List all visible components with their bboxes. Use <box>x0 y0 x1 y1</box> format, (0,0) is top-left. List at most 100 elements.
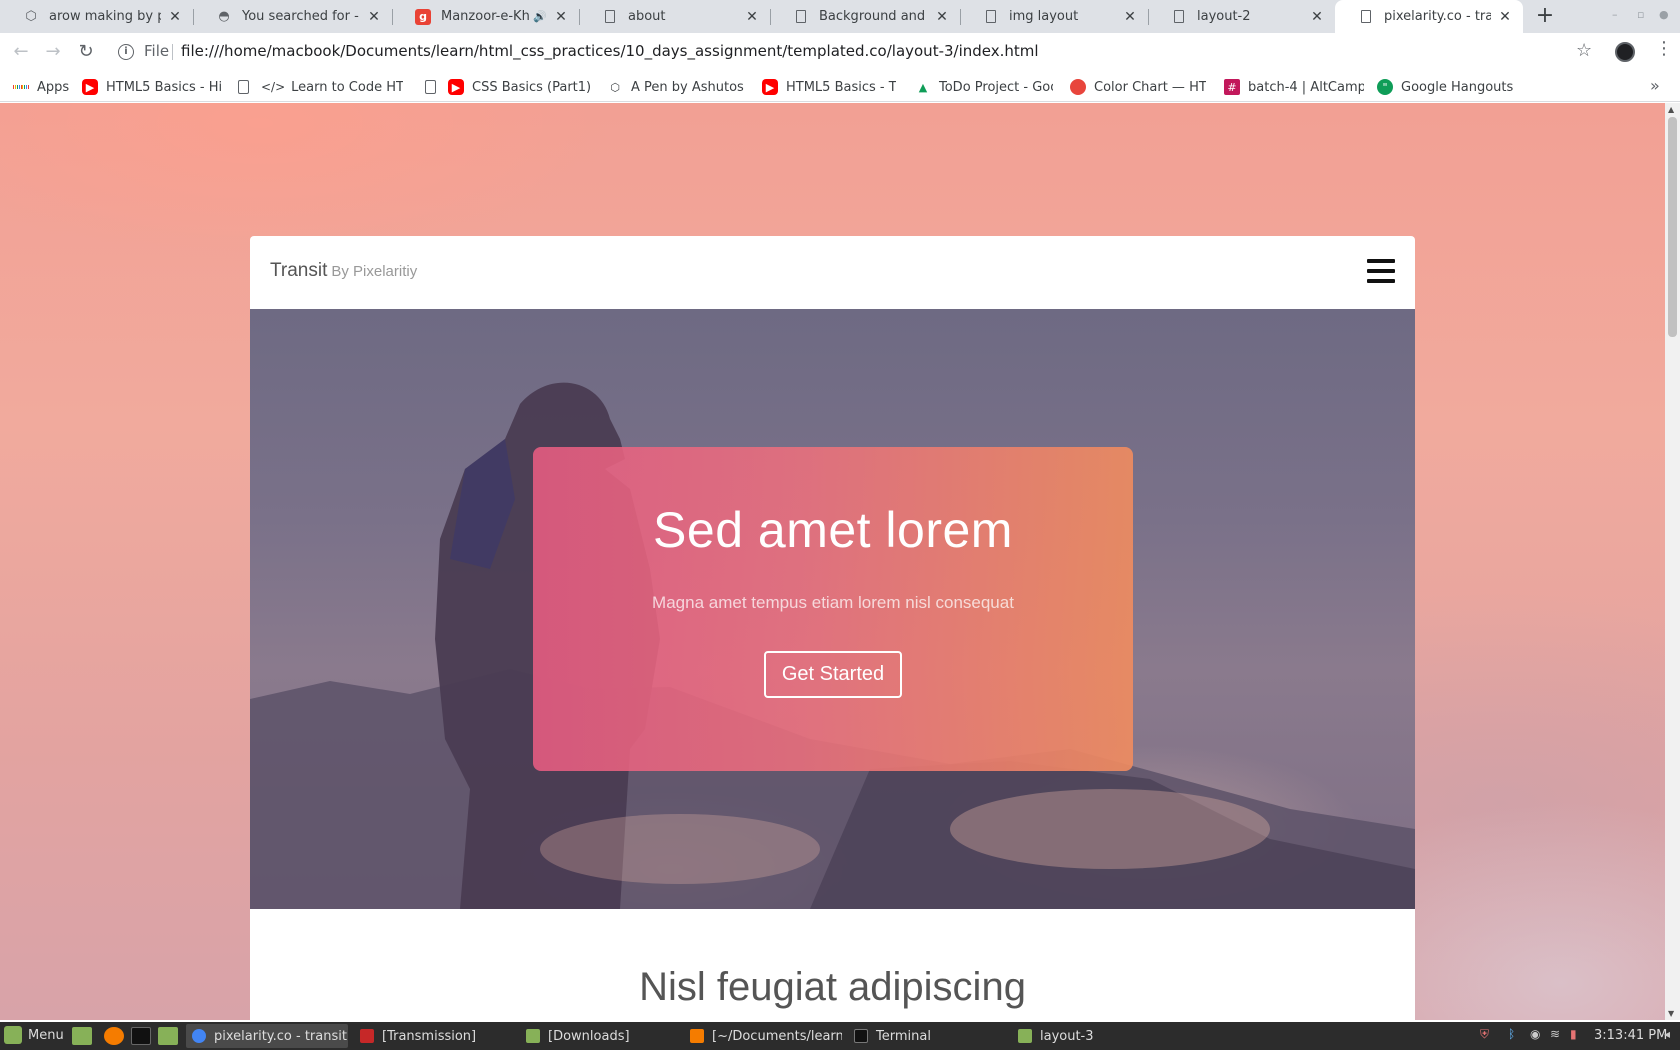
bookmark-label: HTML5 Basics - Hist <box>106 79 222 95</box>
site-container: Transit By Pixelaritiy Sed amet lorem Mag… <box>250 236 1415 1020</box>
site-logo[interactable]: Transit By Pixelaritiy <box>270 260 417 282</box>
address-bar[interactable]: file:///home/macbook/Documents/learn/htm… <box>181 42 1039 60</box>
url-scheme: File <box>144 42 170 60</box>
taskbar-window[interactable]: layout-3 <box>1012 1024 1172 1048</box>
shield-icon[interactable]: ⛨ <box>1480 1027 1489 1042</box>
restore-icon[interactable]: ▫ <box>1637 8 1644 21</box>
info-icon[interactable]: i <box>118 44 134 60</box>
taskbar-window[interactable]: [Transmission] <box>354 1024 514 1048</box>
close-icon[interactable]: ✕ <box>167 9 183 25</box>
close-icon[interactable]: ✕ <box>744 9 760 25</box>
bluetooth-icon[interactable]: ᛒ <box>1508 1027 1515 1041</box>
taskbar-window[interactable]: pixelarity.co - transit ... <box>186 1024 348 1048</box>
taskbar-window-label: [~/Documents/learn/... <box>712 1028 842 1044</box>
browser-toolbar: ← → ↻ i File file:///home/macbook/Docume… <box>0 33 1680 71</box>
new-tab-button[interactable]: + <box>1533 5 1557 29</box>
bookmark-item[interactable]: ▶ CSS Basics (Part1) – <box>425 77 593 97</box>
bookmark-item[interactable]: ⬡ A Pen by Ashutosh S <box>607 77 745 97</box>
start-menu-button[interactable]: Menu <box>4 1026 64 1044</box>
bookmark-item[interactable]: Color Chart — HTML <box>1070 77 1206 97</box>
tab-0[interactable]: ⬡ arow making by pseud ✕ <box>0 0 193 33</box>
profile-avatar[interactable] <box>1615 42 1635 62</box>
menu-kebab-icon[interactable]: ⋮ <box>1655 38 1673 59</box>
more-bookmarks-icon[interactable]: » <box>1650 76 1660 95</box>
folder-icon <box>526 1029 540 1043</box>
bookmark-item[interactable]: ▶ HTML5 Basics - The <box>762 77 896 97</box>
page-scrollbar[interactable]: ▲ ▼ <box>1665 103 1680 1020</box>
bookmark-label: Apps <box>37 79 70 95</box>
tab-7-active[interactable]: pixelarity.co - transit ✕ <box>1335 0 1523 33</box>
firefox-icon[interactable] <box>104 1027 124 1045</box>
close-icon[interactable]: ✕ <box>553 9 569 25</box>
bookmark-item[interactable]: # batch-4 | AltCampus <box>1224 77 1364 97</box>
sublime-icon <box>690 1029 704 1043</box>
hangouts-icon: " <box>1377 79 1393 95</box>
clock[interactable]: 3:13:41 PM <box>1594 1028 1667 1043</box>
wifi-icon[interactable]: ≋ <box>1550 1027 1560 1041</box>
folder-icon <box>1018 1029 1032 1043</box>
bookmark-item[interactable]: </> Learn to Code HTML <box>238 77 403 97</box>
bookmark-label: A Pen by Ashutosh S <box>631 79 745 95</box>
gaana-icon: g <box>415 8 431 25</box>
google-drive-icon: ▲ <box>918 80 928 94</box>
tab-1[interactable]: ◓ You searched for - Top ✕ <box>193 0 392 33</box>
tab-title: Manzoor-e-Khuda <box>441 9 530 24</box>
site-header: Transit By Pixelaritiy <box>250 236 1415 309</box>
tab-3[interactable]: about ✕ <box>579 0 770 33</box>
hero-promo-box: Sed amet lorem Magna amet tempus etiam l… <box>533 447 1133 771</box>
url-divider <box>172 44 173 60</box>
back-arrow-icon[interactable]: ← <box>10 41 32 63</box>
bookmarks-bar: Apps ▶ HTML5 Basics - Hist </> Learn to … <box>0 71 1680 102</box>
close-icon[interactable]: ✕ <box>934 9 950 25</box>
taskbar-window[interactable]: [~/Documents/learn/... <box>684 1024 842 1048</box>
bookmark-item[interactable]: ▲ ToDo Project - Goog <box>915 77 1053 97</box>
site-icon: ◓ <box>218 9 230 24</box>
bookmark-item[interactable]: ▶ HTML5 Basics - Hist <box>82 77 222 97</box>
close-icon[interactable]: ✕ <box>1309 9 1325 25</box>
bookmark-label: Google Hangouts <box>1401 79 1514 95</box>
hero-heading: Sed amet lorem <box>653 502 1013 558</box>
bookmark-label: batch-4 | AltCampus <box>1248 79 1364 95</box>
os-taskbar: Menu pixelarity.co - transit ... [Transm… <box>0 1022 1680 1050</box>
close-icon[interactable]: ✕ <box>1497 9 1513 25</box>
show-desktop-icon[interactable] <box>72 1027 92 1045</box>
bookmark-apps[interactable]: Apps <box>13 77 73 97</box>
document-icon <box>1171 9 1187 25</box>
close-icon[interactable]: ✕ <box>1122 9 1138 25</box>
tab-title: arow making by pseud <box>49 9 161 24</box>
speaker-icon[interactable]: 🔊 <box>533 10 547 23</box>
scroll-up-icon[interactable]: ▲ <box>1668 105 1674 114</box>
tab-4[interactable]: Background and gradi ✕ <box>770 0 960 33</box>
files-icon[interactable] <box>158 1027 178 1045</box>
bookmark-item[interactable]: " Google Hangouts <box>1377 77 1517 97</box>
tab-title: layout-2 <box>1197 9 1251 24</box>
close-window-icon[interactable]: ● <box>1659 8 1669 21</box>
tab-2[interactable]: g Manzoor-e-Khuda 🔊 ✕ <box>392 0 579 33</box>
bookmark-label: HTML5 Basics - The <box>786 79 896 95</box>
scroll-down-icon[interactable]: ▼ <box>1668 1009 1674 1018</box>
close-icon[interactable]: ✕ <box>366 9 382 25</box>
logo-byline: By Pixelaritiy <box>331 263 418 280</box>
reload-icon[interactable]: ↻ <box>75 41 97 63</box>
bookmark-star-icon[interactable]: ☆ <box>1576 40 1592 61</box>
taskbar-window[interactable]: [Downloads] <box>520 1024 680 1048</box>
youtube-icon: ▶ <box>448 79 464 95</box>
tab-title: You searched for - Top <box>242 9 360 24</box>
battery-icon[interactable]: ▮ <box>1570 1027 1577 1041</box>
terminal-icon[interactable] <box>131 1027 151 1045</box>
taskbar-window-label: [Downloads] <box>548 1028 630 1044</box>
bookmark-label: ToDo Project - Goog <box>939 79 1053 95</box>
hamburger-menu-icon[interactable] <box>1367 259 1395 283</box>
get-started-button[interactable]: Get Started <box>763 651 903 698</box>
scrollbar-thumb[interactable] <box>1668 117 1677 337</box>
forward-arrow-icon[interactable]: → <box>42 41 64 63</box>
taskbar-window-label: layout-3 <box>1040 1028 1094 1044</box>
tab-5[interactable]: img layout ✕ <box>960 0 1148 33</box>
minimize-icon[interactable]: – <box>1612 8 1618 21</box>
tab-6[interactable]: layout-2 ✕ <box>1148 0 1335 33</box>
user-icon[interactable]: ◉ <box>1530 1027 1540 1041</box>
hero-subtext: Magna amet tempus etiam lorem nisl conse… <box>652 593 1014 612</box>
taskbar-window-label: pixelarity.co - transit ... <box>214 1028 348 1044</box>
taskbar-window[interactable]: Terminal <box>848 1024 1006 1048</box>
volume-icon[interactable]: ◂ <box>1664 1027 1670 1041</box>
